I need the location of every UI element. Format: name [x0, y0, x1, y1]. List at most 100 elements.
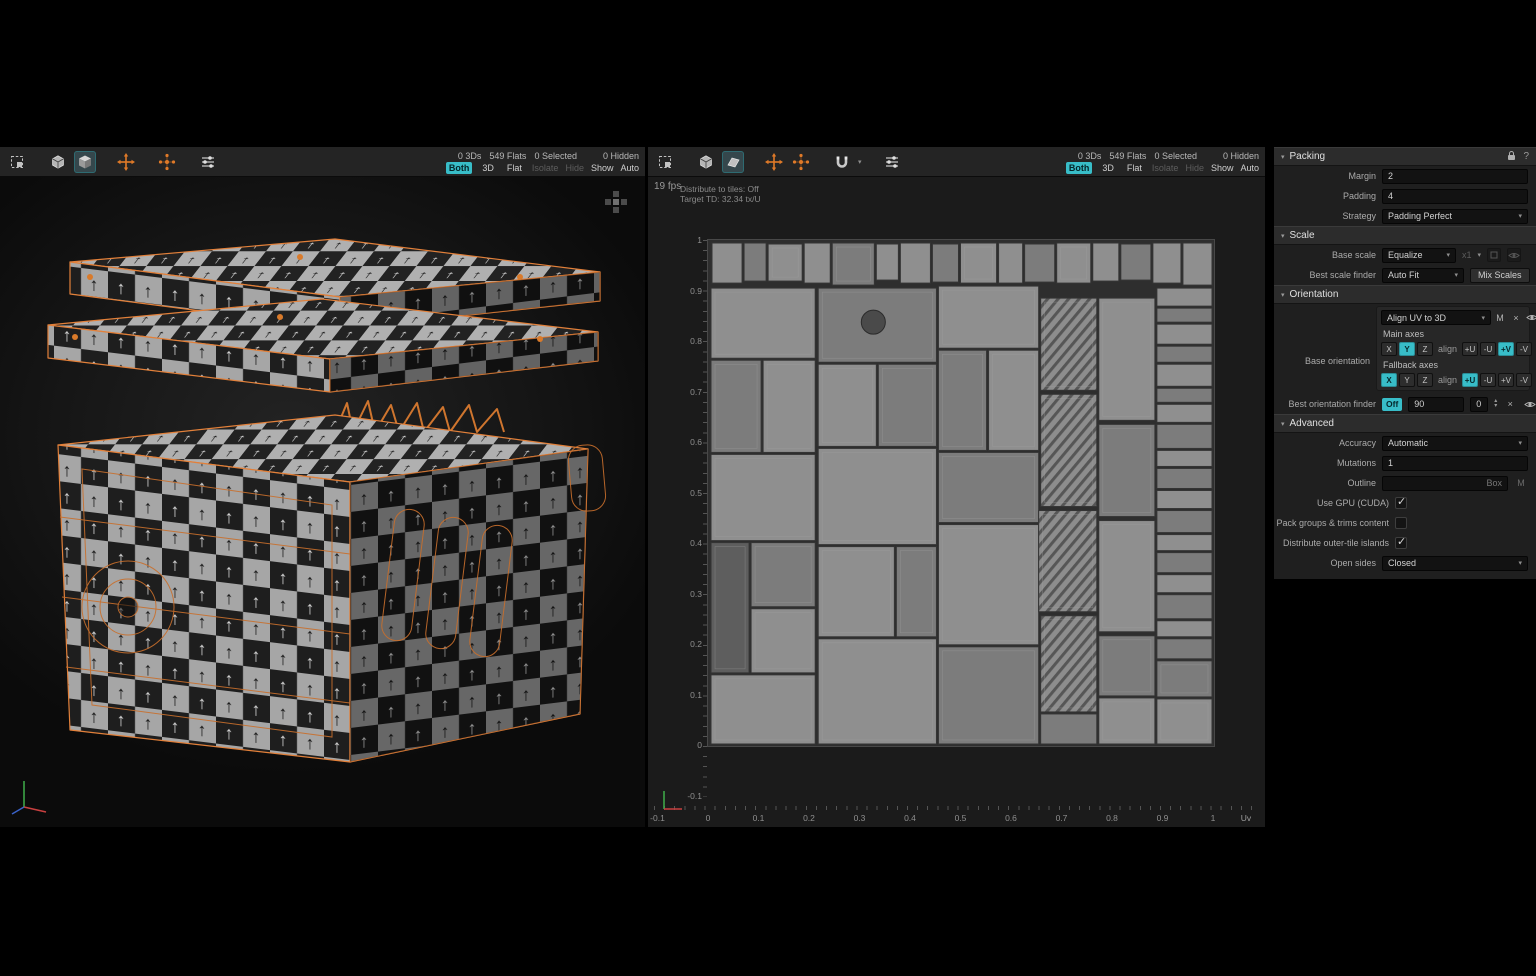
mode-both-button[interactable]: Both: [446, 162, 473, 174]
viewport-3d-canvas[interactable]: ↑ ↑ ↑ ↑ ↑ ↑ ↑ ↑: [0, 177, 645, 827]
orientation-start-input[interactable]: 0: [1470, 397, 1488, 412]
base-pu-button[interactable]: +U: [1462, 342, 1478, 356]
ruler-label: 0.7: [678, 387, 702, 397]
magnet-snap-icon[interactable]: [831, 151, 853, 173]
auto-button[interactable]: Auto: [620, 162, 639, 174]
mode-3d-button[interactable]: 3D: [479, 162, 497, 174]
eye-icon[interactable]: [1525, 311, 1536, 325]
scale-lock-icon[interactable]: [1487, 248, 1501, 262]
mode-3d-button[interactable]: 3D: [1099, 162, 1117, 174]
fallback-axis-y-button[interactable]: Y: [1399, 373, 1415, 387]
base-axis-z-button[interactable]: Z: [1417, 342, 1433, 356]
chevron-down-icon: ▾: [1281, 153, 1285, 161]
translate-tool-icon[interactable]: [115, 151, 137, 173]
view-navigation-widget[interactable]: [603, 189, 629, 215]
fallback-mv-button[interactable]: -V: [1516, 373, 1532, 387]
margin-input[interactable]: 2: [1382, 169, 1528, 184]
fallback-pu-button[interactable]: +U: [1462, 373, 1478, 387]
base-axis-y-button[interactable]: Y: [1399, 342, 1415, 356]
hide-button[interactable]: Hide: [1185, 162, 1204, 174]
ruler-label: 0: [678, 740, 702, 750]
ruler-label: 0.8: [1099, 813, 1125, 823]
align-mode-dropdown[interactable]: Align UV to 3D▾: [1381, 310, 1491, 325]
best-scale-finder-dropdown[interactable]: Auto Fit▾: [1382, 268, 1464, 283]
mode-flat-button[interactable]: Flat: [504, 162, 525, 174]
outline-hint: Box: [1486, 478, 1502, 488]
viewport-3d-toolbar: 0 3Ds 549 Flats 0 Selected 0 Hidden Both…: [0, 147, 645, 177]
chevron-down-icon: ▾: [1518, 212, 1522, 220]
magnet-dropdown-icon[interactable]: ▾: [858, 158, 862, 166]
fallback-axis-z-button[interactable]: Z: [1417, 373, 1433, 387]
distribute-checkbox[interactable]: [1395, 537, 1407, 549]
mix-scales-button[interactable]: Mix Scales: [1470, 268, 1530, 283]
base-axis-x-button[interactable]: X: [1381, 342, 1397, 356]
section-header-orientation[interactable]: ▾ Orientation: [1274, 285, 1536, 304]
show-button[interactable]: Show: [591, 162, 614, 174]
fallback-pv-button[interactable]: +V: [1498, 373, 1514, 387]
outline-m-icon[interactable]: M: [1514, 476, 1528, 490]
section-header-scale[interactable]: ▾ Scale: [1274, 226, 1536, 245]
mode-both-button[interactable]: Both: [1066, 162, 1093, 174]
strategy-label: Strategy: [1274, 211, 1376, 221]
pack-groups-checkbox[interactable]: [1395, 517, 1407, 529]
chevron-down-icon: ▾: [1281, 291, 1285, 299]
mode-flat-button[interactable]: Flat: [1124, 162, 1145, 174]
translate-tool-icon[interactable]: [763, 151, 785, 173]
marquee-select-icon[interactable]: [6, 151, 28, 173]
chevron-down-icon[interactable]: ▾: [1478, 251, 1482, 259]
accuracy-dropdown[interactable]: Automatic▾: [1382, 436, 1528, 451]
ruler-label: 1: [1200, 813, 1226, 823]
orientation-step-input[interactable]: 90: [1408, 397, 1464, 412]
display-settings-icon[interactable]: [881, 151, 903, 173]
show-button[interactable]: Show: [1211, 162, 1234, 174]
isolate-button[interactable]: Isolate: [532, 162, 559, 174]
display-settings-icon[interactable]: [197, 151, 219, 173]
strategy-dropdown[interactable]: Padding Perfect▾: [1382, 209, 1528, 224]
stepper-control[interactable]: ▴▾: [1494, 399, 1497, 409]
transform-pivot-icon[interactable]: [156, 151, 178, 173]
base-scale-dropdown[interactable]: Equalize▾: [1382, 248, 1456, 263]
padding-input[interactable]: 4: [1382, 189, 1528, 204]
align-label: align: [1438, 375, 1457, 385]
transform-pivot-icon[interactable]: [790, 151, 812, 173]
section-header-advanced[interactable]: ▾ Advanced: [1274, 414, 1536, 433]
base-mv-button[interactable]: -V: [1516, 342, 1532, 356]
ruler-label: 0.3: [847, 813, 873, 823]
mutations-input[interactable]: 1: [1382, 456, 1528, 471]
clear-icon[interactable]: ×: [1509, 311, 1523, 325]
base-mu-button[interactable]: -U: [1480, 342, 1496, 356]
marquee-select-icon[interactable]: [654, 151, 676, 173]
count-3ds: 0 3Ds: [458, 150, 482, 162]
ruler-label: 0.4: [678, 538, 702, 548]
section-header-packing[interactable]: ▾ Packing ?: [1274, 147, 1536, 166]
viewport-uv-canvas[interactable]: 19 fps Distribute to tiles: Off Target T…: [648, 177, 1265, 827]
lock-icon[interactable]: [1507, 150, 1516, 164]
cube-mode-icon[interactable]: [74, 151, 96, 173]
gpu-checkbox[interactable]: [1395, 497, 1407, 509]
uv-tile-0-1[interactable]: [708, 240, 1214, 746]
isolate-button[interactable]: Isolate: [1152, 162, 1179, 174]
scale-eye-icon[interactable]: [1507, 248, 1521, 262]
margin-label: Margin: [1274, 171, 1376, 181]
plane-mode-icon[interactable]: [722, 151, 744, 173]
outline-input[interactable]: Box: [1382, 476, 1508, 491]
clear-icon[interactable]: ×: [1503, 397, 1517, 411]
fallback-mu-button[interactable]: -U: [1480, 373, 1496, 387]
eye-icon[interactable]: [1523, 397, 1536, 411]
auto-button[interactable]: Auto: [1240, 162, 1259, 174]
mirror-toggle[interactable]: M: [1493, 311, 1507, 325]
polygon-mode-icon[interactable]: [695, 151, 717, 173]
hide-button[interactable]: Hide: [565, 162, 584, 174]
app-stage: 0 3Ds 549 Flats 0 Selected 0 Hidden Both…: [0, 0, 1536, 976]
open-sides-dropdown[interactable]: Closed▾: [1382, 556, 1528, 571]
count-selected: 0 Selected: [1154, 150, 1197, 162]
section-title: Packing: [1290, 151, 1326, 162]
base-pv-button[interactable]: +V: [1498, 342, 1514, 356]
uv-vertical-ruler: 10.90.80.70.60.50.40.30.20.10-0.1: [678, 240, 702, 800]
chevron-down-icon: ▾: [1281, 420, 1285, 428]
polygon-mode-icon[interactable]: [47, 151, 69, 173]
uv-islands-canvas[interactable]: [708, 240, 1214, 746]
help-icon[interactable]: ?: [1523, 151, 1529, 162]
fallback-axis-x-button[interactable]: X: [1381, 373, 1397, 387]
best-orientation-toggle[interactable]: Off: [1382, 398, 1402, 411]
